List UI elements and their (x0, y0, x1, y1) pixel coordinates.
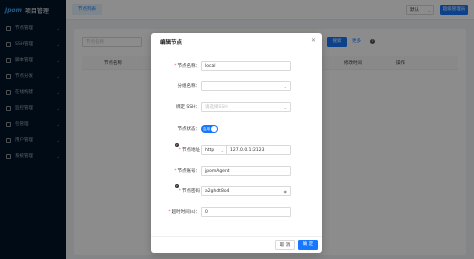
field-label: ? *节点密码 (174, 184, 200, 194)
status-toggle[interactable]: 启用 (201, 125, 218, 133)
chevron-down-icon: ⌄ (283, 105, 287, 110)
edit-node-modal: 编辑节点 ✕ *节点名称： local 分组名称： ⌄ 绑定 SSH： 请选择S… (151, 33, 322, 253)
timeout-input[interactable]: 0 (201, 207, 291, 217)
cancel-button[interactable]: 取 消 (275, 240, 295, 250)
address-input[interactable]: 127.0.0.1:2123 (226, 145, 291, 155)
modal-footer: 取 消 确 定 (151, 236, 322, 253)
field-password: ? *节点密码 a2ghdt8o4 ◉ (151, 184, 322, 196)
field-ssh: 绑定 SSH： 请选择SSH ⌄ (151, 102, 322, 112)
help-icon: ? (174, 184, 179, 188)
group-select[interactable]: ⌄ (201, 81, 291, 91)
field-node-name: *节点名称： local (151, 61, 322, 71)
field-label: *节点名称： (174, 64, 200, 69)
field-status: 节点状态： 启用 (151, 124, 322, 134)
modal-title: 编辑节点 (160, 40, 183, 46)
protocol-select[interactable]: http ⌄ (201, 145, 227, 155)
field-label: 分组名称： (177, 84, 201, 89)
password-input[interactable]: a2ghdt8o4 ◉ (201, 186, 291, 196)
field-label: ? *节点地址 (174, 143, 200, 153)
ssh-select[interactable]: 请选择SSH ⌄ (201, 102, 291, 112)
field-label: 绑定 SSH： (175, 105, 200, 110)
field-label: 节点状态： (177, 127, 201, 132)
field-group: 分组名称： ⌄ (151, 81, 322, 91)
ok-button[interactable]: 确 定 (298, 240, 318, 250)
field-label: *超时时间(s)： (168, 210, 200, 215)
help-icon: ? (174, 143, 179, 147)
field-address: ? *节点地址 http ⌄ 127.0.0.1:2123 (151, 143, 322, 155)
eye-icon[interactable]: ◉ (284, 187, 288, 196)
close-icon[interactable]: ✕ (311, 37, 316, 44)
chevron-down-icon: ⌄ (220, 148, 224, 153)
toggle-knob (211, 126, 217, 132)
account-input[interactable]: jpomAgent (201, 166, 291, 176)
field-timeout: *超时时间(s)： 0 (151, 207, 322, 217)
field-label: *节点账号： (174, 169, 200, 174)
toggle-text: 启用 (203, 127, 210, 131)
node-name-input[interactable]: local (201, 61, 291, 71)
chevron-down-icon: ⌄ (283, 84, 287, 89)
field-account: *节点账号： jpomAgent (151, 166, 322, 176)
